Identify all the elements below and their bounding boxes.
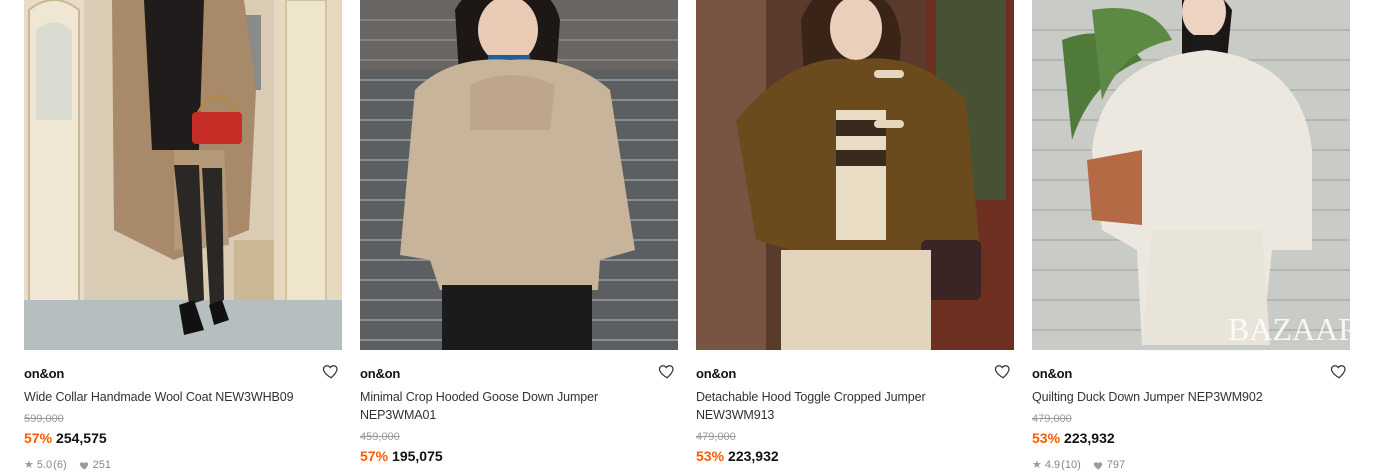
wishlist-heart-icon[interactable] (658, 362, 676, 380)
likes-count: 251 (92, 458, 111, 471)
discount-rate: 57% (360, 448, 389, 464)
price-block: 459,000 57% 195,075 (360, 430, 443, 465)
product-name[interactable]: Detachable Hood Toggle Cropped Jumper NE… (696, 388, 986, 424)
discount-rate: 53% (1032, 430, 1061, 446)
wishlist-heart-icon[interactable] (994, 362, 1012, 380)
price-block: 479,000 53% 223,932 (1032, 412, 1115, 447)
original-price: 479,000 (696, 431, 736, 443)
likes-count: 797 (1106, 458, 1126, 471)
price-block: 479,000 53% 223,932 (696, 430, 779, 465)
sale-price: 254,575 (56, 430, 107, 446)
product-card[interactable]: on&on Minimal Crop Hooded Goose Down Jum… (360, 0, 678, 474)
sale-price: 223,932 (1064, 430, 1115, 446)
product-meta: ★ 5.0 (6) 251 (24, 458, 111, 472)
discount-rate: 57% (24, 430, 53, 446)
price-block: 599,000 57% 254,575 (24, 412, 107, 447)
rating-value: 4.9 (1044, 458, 1061, 471)
original-price: 599,000 (24, 413, 64, 425)
likes: 251 (79, 459, 111, 471)
review-count: (10) (1061, 458, 1081, 471)
heart-filled-icon (79, 461, 88, 470)
brand-name[interactable]: on&on (24, 366, 64, 381)
review-count: (6) (53, 458, 67, 471)
rating-value: 5.0 (36, 458, 53, 471)
sale-price-row: 53% 223,932 (1032, 429, 1115, 447)
wishlist-heart-icon[interactable] (1330, 362, 1348, 380)
watermark-text: BAZAAR (1228, 311, 1350, 347)
product-image[interactable] (24, 0, 342, 350)
brand-name[interactable]: on&on (1032, 366, 1072, 381)
likes: 797 (1093, 459, 1125, 471)
product-grid: on&on Wide Collar Handmade Wool Coat NEW… (0, 0, 1384, 474)
sale-price-row: 57% 254,575 (24, 429, 107, 447)
sale-price-row: 57% 195,075 (360, 447, 443, 465)
product-card[interactable]: on&on Wide Collar Handmade Wool Coat NEW… (24, 0, 342, 474)
product-card[interactable]: BAZAAR on&on Quilting Duck Down Jumper N… (1032, 0, 1350, 474)
sale-price: 195,075 (392, 448, 443, 464)
product-name[interactable]: Quilting Duck Down Jumper NEP3WM902 (1032, 388, 1322, 406)
product-card[interactable]: on&on Detachable Hood Toggle Cropped Jum… (696, 0, 1014, 474)
sale-price: 223,932 (728, 448, 779, 464)
product-name[interactable]: Wide Collar Handmade Wool Coat NEW3WHB09 (24, 388, 314, 406)
star-icon: ★ (1032, 459, 1042, 471)
star-icon: ★ (24, 459, 34, 471)
product-meta: ★ 4.9 (10) 797 (1032, 458, 1125, 472)
sale-price-row: 53% 223,932 (696, 447, 779, 465)
product-image[interactable]: BAZAAR (1032, 0, 1350, 350)
original-price: 479,000 (1032, 413, 1072, 425)
product-name[interactable]: Minimal Crop Hooded Goose Down Jumper NE… (360, 388, 650, 424)
brand-name[interactable]: on&on (696, 366, 736, 381)
original-price: 459,000 (360, 431, 400, 443)
wishlist-heart-icon[interactable] (322, 362, 340, 380)
discount-rate: 53% (696, 448, 725, 464)
brand-name[interactable]: on&on (360, 366, 400, 381)
product-image[interactable] (360, 0, 678, 350)
heart-filled-icon (1093, 461, 1102, 470)
product-image[interactable] (696, 0, 1014, 350)
